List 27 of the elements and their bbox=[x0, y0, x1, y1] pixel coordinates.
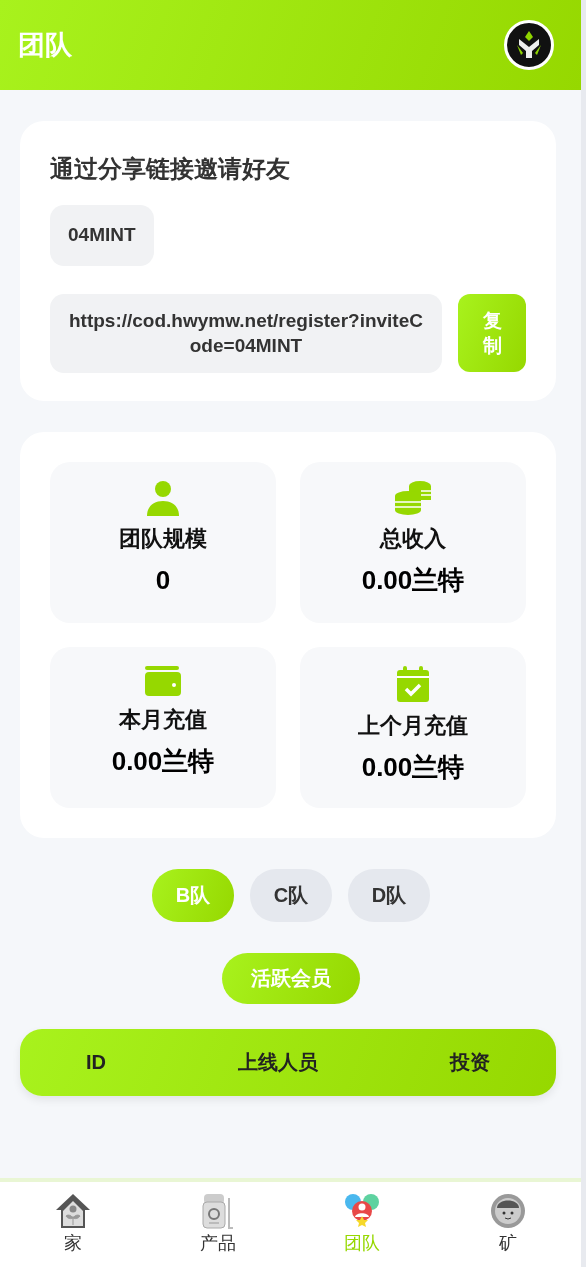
column-header: 投资 bbox=[450, 1050, 490, 1076]
wallet-icon bbox=[144, 664, 182, 697]
nav-item[interactable]: 家 bbox=[53, 1192, 92, 1257]
coins-icon bbox=[394, 479, 432, 516]
nav-item[interactable]: 产品 bbox=[199, 1192, 236, 1257]
stat-label: 总收入 bbox=[380, 524, 446, 553]
robot-icon bbox=[489, 1192, 528, 1230]
jar-icon bbox=[199, 1192, 236, 1230]
stat-label: 上个月充值 bbox=[358, 711, 468, 740]
page-title: 团队 bbox=[18, 28, 72, 62]
stat-label: 团队规模 bbox=[119, 524, 207, 553]
team-tab[interactable]: C队 bbox=[250, 868, 332, 922]
invite-code: 04MINT bbox=[50, 205, 154, 266]
stat-label: 本月充值 bbox=[119, 705, 207, 734]
stat-value: 0.00兰特 bbox=[361, 750, 465, 784]
column-header: ID bbox=[86, 1050, 106, 1076]
column-header: 上线人员 bbox=[238, 1050, 318, 1076]
team-tab[interactable]: D队 bbox=[348, 868, 430, 922]
invite-heading: 通过分享链接邀请好友 bbox=[50, 154, 291, 184]
stat-value: 0.00兰特 bbox=[361, 563, 465, 597]
nav-item[interactable]: 矿 bbox=[489, 1192, 528, 1257]
stat-value: 0 bbox=[155, 563, 171, 597]
stat-value: 0.00兰特 bbox=[111, 744, 215, 778]
calendar-icon bbox=[396, 664, 430, 703]
person-icon bbox=[146, 479, 180, 516]
avatar[interactable] bbox=[504, 20, 554, 70]
people-icon bbox=[343, 1192, 382, 1230]
